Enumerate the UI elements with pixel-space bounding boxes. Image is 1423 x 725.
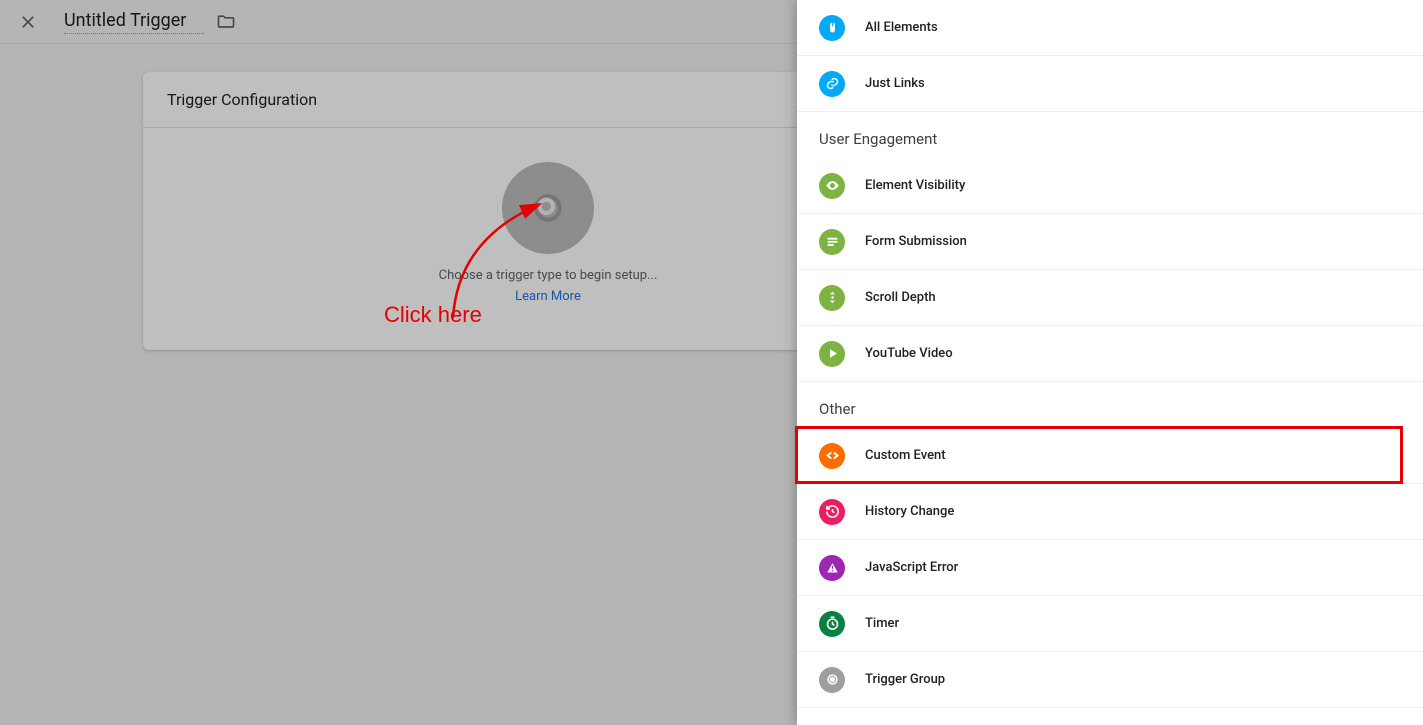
learn-more-link[interactable]: Learn More	[515, 289, 581, 304]
trigger-type-label: YouTube Video	[865, 346, 953, 361]
trigger-type-label: Trigger Group	[865, 672, 945, 687]
trigger-type-item[interactable]: YouTube Video	[797, 326, 1423, 382]
trigger-type-label: Element Visibility	[865, 178, 965, 193]
play-icon	[819, 341, 845, 367]
choose-trigger-prompt: Choose a trigger type to begin setup...	[439, 268, 658, 283]
trigger-type-label: All Elements	[865, 20, 938, 35]
trigger-type-label: Just Links	[865, 76, 925, 91]
trigger-type-item[interactable]: JavaScript Error	[797, 540, 1423, 596]
trigger-type-label: Custom Event	[865, 448, 946, 463]
choose-trigger-placeholder-circle	[502, 162, 594, 254]
trigger-type-label: JavaScript Error	[865, 560, 958, 575]
close-icon	[18, 12, 38, 32]
trigger-type-item[interactable]: Timer	[797, 596, 1423, 652]
trigger-type-label: Timer	[865, 616, 899, 631]
timer-icon	[819, 611, 845, 637]
trigger-type-side-panel: All Elements Just Links User Engagement Ele…	[797, 0, 1423, 725]
eye-icon	[819, 173, 845, 199]
trigger-type-label: Form Submission	[865, 234, 967, 249]
trigger-type-label: Scroll Depth	[865, 290, 936, 305]
trigger-name-input[interactable]: Untitled Trigger	[64, 10, 204, 34]
trigger-type-item[interactable]: History Change	[797, 484, 1423, 540]
tag-icon	[528, 188, 568, 228]
history-icon	[819, 499, 845, 525]
trigger-type-item[interactable]: Form Submission	[797, 214, 1423, 270]
warning-icon	[819, 555, 845, 581]
trigger-type-item[interactable]: Trigger Group	[797, 652, 1423, 708]
trigger-type-label: History Change	[865, 504, 954, 519]
trigger-type-item[interactable]: Scroll Depth	[797, 270, 1423, 326]
mouse-icon	[819, 15, 845, 41]
form-icon	[819, 229, 845, 255]
code-icon	[819, 443, 845, 469]
trigger-type-item[interactable]: All Elements	[797, 0, 1423, 56]
trigger-type-item[interactable]: Just Links	[797, 56, 1423, 112]
panel-section-heading: Other	[797, 382, 1423, 428]
annotation-label: Click here	[384, 302, 482, 328]
group-icon	[819, 667, 845, 693]
scroll-icon	[819, 285, 845, 311]
folder-button[interactable]	[216, 12, 236, 32]
trigger-type-item[interactable]: Custom Event	[797, 428, 1423, 484]
trigger-type-item[interactable]: Element Visibility	[797, 158, 1423, 214]
close-button[interactable]	[16, 10, 40, 34]
folder-icon	[216, 12, 236, 32]
link-icon	[819, 71, 845, 97]
panel-section-heading: User Engagement	[797, 112, 1423, 158]
